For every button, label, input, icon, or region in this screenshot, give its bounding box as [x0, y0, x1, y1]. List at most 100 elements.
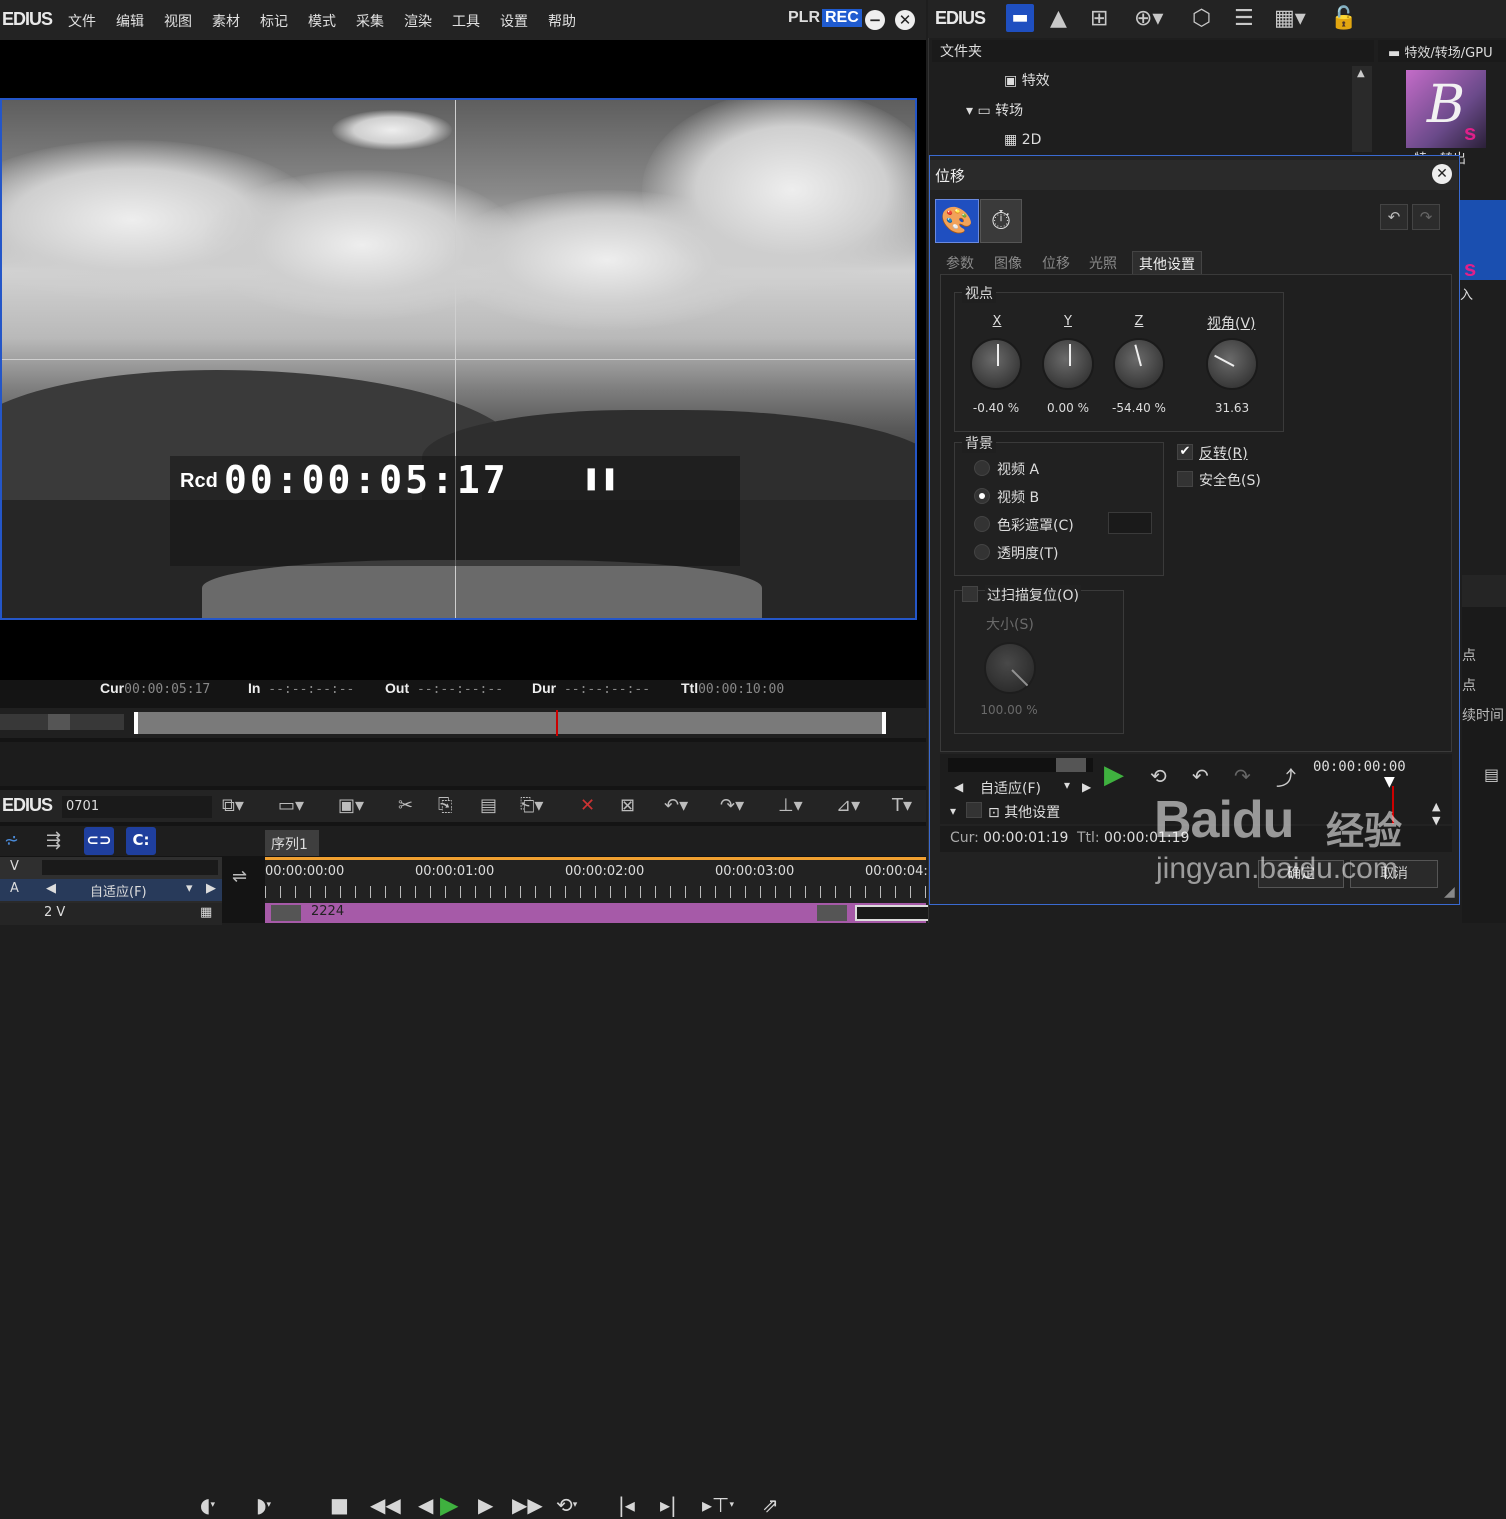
ripple-delete-icon[interactable]: ⊠ — [620, 795, 635, 816]
chevron-left-icon[interactable]: ◀ — [46, 881, 56, 896]
tab-params[interactable]: 参数 — [940, 251, 980, 275]
ripple-icon[interactable]: ⇶ — [46, 830, 61, 851]
step-back-icon[interactable]: ◀ — [418, 1493, 433, 1517]
knob-x[interactable] — [970, 338, 1022, 390]
shuttle-slider[interactable] — [0, 714, 124, 730]
position-slider[interactable] — [134, 712, 886, 734]
set-out-icon[interactable]: ◗▾ — [256, 1493, 271, 1517]
track-menu-icon[interactable]: ▦ — [200, 905, 212, 920]
snap-toggle-icon[interactable]: C: — [126, 827, 156, 855]
menu-file[interactable]: 文件 — [68, 11, 96, 31]
checkbox-reverse[interactable]: ✔ — [1177, 444, 1193, 460]
tab-image[interactable]: 图像 — [988, 251, 1028, 275]
sequence-icon[interactable]: ⧉▾ — [222, 795, 244, 816]
fast-forward-icon[interactable]: ▶▶ — [512, 1493, 543, 1517]
dialog-undo-icon[interactable]: ↶ — [1192, 764, 1209, 788]
track-sync-icon[interactable]: ⇌ — [232, 866, 247, 887]
trim-icon[interactable]: ⊿▾ — [836, 795, 860, 816]
track-slider[interactable] — [42, 860, 218, 875]
tree-item-2d[interactable]: ▦ 2D — [1004, 132, 1041, 148]
option-video-a[interactable]: 视频 A — [997, 459, 1039, 479]
lock-icon[interactable]: 🔓 — [1330, 6, 1357, 31]
stop-icon[interactable]: ■ — [330, 1493, 349, 1517]
paste-icon[interactable]: ▤ — [480, 795, 497, 816]
dialog-slider[interactable] — [948, 758, 1093, 772]
radio-color-matte[interactable] — [974, 516, 990, 532]
delete-icon[interactable]: ✕ — [580, 795, 595, 816]
marker-tool-icon[interactable]: ⊥▾ — [778, 795, 803, 816]
export-icon[interactable]: ▸⊤▾ — [702, 1493, 734, 1517]
dialog-loop-icon[interactable]: ⟲ — [1150, 764, 1167, 788]
label-safe-color[interactable]: 安全色(S) — [1199, 470, 1261, 490]
color-swatch[interactable] — [1108, 512, 1152, 534]
clip-track[interactable]: 2224 — [265, 903, 1225, 923]
grid-view-icon[interactable]: ▦▾ — [1274, 6, 1306, 31]
knob-size[interactable] — [984, 642, 1036, 694]
dialog-redo-icon[interactable]: ↷ — [1234, 764, 1251, 788]
track-row-a[interactable]: A ◀ 自适应(F) ▾ ▶ — [0, 879, 222, 901]
tab-transform[interactable]: 位移 — [1036, 251, 1076, 275]
menu-edit[interactable]: 编辑 — [116, 11, 144, 31]
insert-icon[interactable]: |◂ — [618, 1493, 635, 1517]
track-row-v[interactable]: V — [0, 857, 222, 879]
playhead[interactable] — [556, 710, 558, 736]
option-transparency[interactable]: 透明度(T) — [997, 543, 1058, 563]
overwrite-icon[interactable]: ▸| — [660, 1493, 677, 1517]
menu-view[interactable]: 视图 — [164, 11, 192, 31]
loop-icon[interactable]: ⟲▾ — [556, 1493, 577, 1517]
copy-icon[interactable]: ⎘ — [438, 795, 452, 816]
label-reverse[interactable]: 反转(R) — [1199, 443, 1248, 463]
radio-video-a[interactable] — [974, 460, 990, 476]
chevron-left-icon[interactable]: ◀ — [954, 780, 963, 794]
tree-item-transitions[interactable]: ▾ ▭ 转场 — [966, 100, 1023, 120]
mode-icon[interactable]: ⩫ — [4, 830, 19, 851]
option-color-matte[interactable]: 色彩遮罩(C) — [997, 515, 1074, 535]
undo-icon[interactable]: ↶ — [1380, 204, 1408, 230]
redo-icon[interactable]: ↷▾ — [720, 795, 744, 816]
radio-video-b[interactable] — [974, 488, 990, 504]
knob-y[interactable] — [1042, 338, 1094, 390]
menu-clip[interactable]: 素材 — [212, 11, 240, 31]
chevron-right-icon[interactable]: ▶ — [206, 881, 216, 896]
menu-settings[interactable]: 设置 — [500, 11, 528, 31]
radio-transparency[interactable] — [974, 544, 990, 560]
tree-scrollbar[interactable]: ▲ — [1352, 66, 1372, 152]
menu-capture[interactable]: 采集 — [356, 11, 384, 31]
minimize-icon[interactable]: − — [865, 10, 885, 30]
track-fit-select[interactable]: 自适应(F) — [90, 881, 147, 900]
clip-name[interactable]: 2224 — [311, 904, 344, 919]
option-video-b[interactable]: 视频 B — [997, 487, 1039, 507]
keyframe-icon[interactable]: ⤴ — [1276, 762, 1296, 791]
list-view-icon[interactable]: ☰ — [1234, 6, 1254, 31]
title-icon[interactable]: T▾ — [892, 795, 912, 816]
open-icon[interactable]: ▭▾ — [278, 795, 304, 816]
effect-icon[interactable]: ⬡ — [1192, 6, 1211, 31]
menu-render[interactable]: 渲染 — [404, 11, 432, 31]
chevron-down-icon[interactable]: ▾ — [186, 881, 193, 896]
knob-z[interactable] — [1113, 338, 1165, 390]
dialog-play-icon[interactable]: ▶ — [1104, 760, 1124, 790]
tree-item-effects[interactable]: ▣ 特效 — [1004, 70, 1050, 90]
chevron-right-icon[interactable]: ▶ — [1082, 780, 1091, 794]
rec-toggle[interactable]: REC — [822, 9, 862, 27]
checkbox-overscan[interactable] — [962, 586, 978, 602]
stopwatch-icon[interactable]: ⏱ — [980, 199, 1022, 243]
redo-icon[interactable]: ↷ — [1412, 204, 1440, 230]
close-icon[interactable]: ✕ — [895, 10, 915, 30]
tab-lighting[interactable]: 光照 — [1083, 251, 1123, 275]
new-folder-icon[interactable]: ⊞ — [1090, 6, 1108, 31]
menu-mode[interactable]: 模式 — [308, 11, 336, 31]
track-row-2v[interactable]: 2 V ▦ — [0, 903, 222, 925]
play-icon[interactable]: ▶ — [440, 1493, 458, 1517]
send-icon[interactable]: ⇗ — [762, 1493, 779, 1517]
rewind-icon[interactable]: ◀◀ — [370, 1493, 401, 1517]
checkbox-safe-color[interactable] — [1177, 471, 1193, 487]
up-icon[interactable]: ▲ — [1050, 6, 1067, 31]
folder-icon[interactable]: ▬ — [1006, 4, 1034, 32]
fit-select[interactable]: 自适应(F) — [980, 778, 1041, 798]
paste-insert-icon[interactable]: ⎗▾ — [520, 795, 543, 816]
tab-sequence[interactable]: 序列1 — [265, 830, 319, 856]
chevron-down-icon[interactable]: ▾ — [1064, 778, 1070, 792]
plr-toggle[interactable]: PLR — [788, 9, 820, 27]
menu-help[interactable]: 帮助 — [548, 11, 576, 31]
